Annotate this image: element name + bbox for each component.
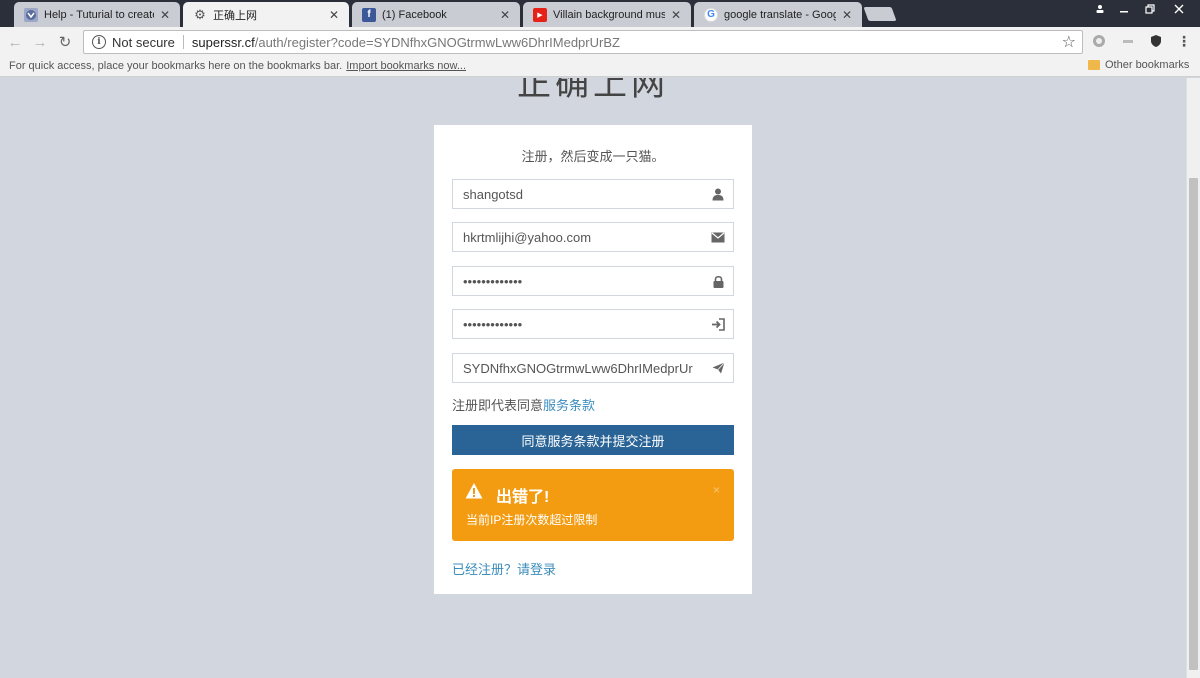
minimize-button[interactable] bbox=[1112, 0, 1136, 18]
bookmarks-hint: For quick access, place your bookmarks h… bbox=[9, 60, 466, 72]
close-tab-icon[interactable]: ✕ bbox=[158, 8, 172, 22]
other-bookmarks-label: Other bookmarks bbox=[1105, 59, 1190, 71]
page-viewport: 正确上网 注册，然后变成一只猫。 shangotsd hkrtmlijhi@ya… bbox=[0, 78, 1186, 678]
back-icon[interactable]: ← bbox=[4, 31, 26, 53]
submit-register-button[interactable]: 同意服务条款并提交注册 bbox=[452, 425, 734, 455]
menu-icon[interactable]: ⋮ bbox=[1175, 32, 1193, 50]
terms-prefix: 注册即代表同意 bbox=[452, 398, 544, 413]
password-field[interactable] bbox=[452, 266, 734, 296]
terms-line: 注册即代表同意服务条款 bbox=[452, 395, 595, 414]
bookmarks-hint-text: For quick access, place your bookmarks h… bbox=[9, 60, 343, 72]
extension-icon[interactable] bbox=[1119, 32, 1137, 50]
youtube-icon: ▶ bbox=[533, 7, 547, 22]
close-icon[interactable]: × bbox=[713, 483, 720, 497]
scrollbar-thumb[interactable] bbox=[1189, 178, 1198, 670]
gear-icon: ⚙ bbox=[194, 6, 206, 22]
username-field[interactable] bbox=[452, 179, 734, 209]
password-confirm-field[interactable] bbox=[452, 309, 734, 339]
tab-title: 正确上网 bbox=[213, 9, 257, 22]
tab-title: Help - Tuturial to create bbox=[44, 8, 154, 21]
forward-icon[interactable]: → bbox=[29, 31, 51, 53]
invite-code-field[interactable] bbox=[452, 353, 734, 383]
tab-title: google translate - Goog bbox=[724, 8, 836, 21]
tab-active[interactable]: ⚙ 正确上网 ✕ bbox=[183, 2, 349, 27]
bot-icon bbox=[24, 7, 38, 22]
alert-message: 当前IP注册次数超过限制 bbox=[466, 513, 598, 527]
reload-icon[interactable]: ↻ bbox=[54, 31, 76, 53]
register-box: 注册，然后变成一只猫。 shangotsd hkrtmlijhi@yahoo.c… bbox=[434, 125, 752, 594]
close-tab-icon[interactable]: ✕ bbox=[327, 8, 341, 22]
bookmark-star-icon[interactable]: ☆ bbox=[1062, 32, 1076, 52]
facebook-icon: f bbox=[362, 7, 376, 22]
tab-title: Villain background musi bbox=[553, 8, 665, 21]
import-bookmarks-link[interactable]: Import bookmarks now... bbox=[346, 60, 466, 72]
tab-facebook[interactable]: f (1) Facebook ✕ bbox=[352, 2, 520, 27]
register-message: 注册，然后变成一只猫。 bbox=[521, 149, 665, 164]
envelope-icon bbox=[703, 223, 733, 251]
error-alert: 出错了! × 当前IP注册次数超过限制 bbox=[452, 469, 734, 541]
tab-strip: Help - Tuturial to create ✕ ⚙ 正确上网 ✕ f (… bbox=[0, 0, 1200, 27]
address-bar[interactable]: i Not secure superssr.cf/auth/register?c… bbox=[83, 30, 1083, 54]
restore-button[interactable] bbox=[1138, 0, 1162, 18]
shield-icon[interactable] bbox=[1147, 32, 1165, 50]
folder-icon bbox=[1088, 60, 1100, 70]
invite-code-input[interactable] bbox=[453, 354, 703, 382]
lock-icon bbox=[703, 267, 733, 295]
password-confirm-input[interactable] bbox=[453, 310, 703, 338]
alert-title: 出错了! bbox=[496, 489, 550, 506]
email-input[interactable] bbox=[453, 223, 703, 251]
new-tab-button[interactable] bbox=[863, 7, 897, 21]
url-path[interactable]: /auth/register?code=SYDNfhxGNOGtrmwLww6D… bbox=[255, 35, 620, 50]
extension-icon[interactable] bbox=[1090, 32, 1108, 50]
close-tab-icon[interactable]: ✕ bbox=[669, 8, 683, 22]
bookmarks-bar: For quick access, place your bookmarks h… bbox=[0, 57, 1200, 77]
url-host[interactable]: superssr.cf bbox=[192, 35, 255, 50]
close-window-button[interactable] bbox=[1164, 0, 1194, 18]
close-tab-icon[interactable]: ✕ bbox=[840, 8, 854, 22]
scrollbar[interactable] bbox=[1186, 78, 1200, 678]
divider bbox=[182, 35, 184, 49]
profile-icon[interactable] bbox=[1090, 0, 1110, 18]
sign-in-icon bbox=[703, 310, 733, 338]
google-icon: G bbox=[704, 7, 718, 22]
terms-link[interactable]: 服务条款 bbox=[543, 398, 595, 413]
tab-title: (1) Facebook bbox=[382, 8, 447, 21]
close-tab-icon[interactable]: ✕ bbox=[498, 8, 512, 22]
tab-youtube[interactable]: ▶ Villain background musi ✕ bbox=[523, 2, 691, 27]
site-logo: 正确上网 bbox=[517, 78, 669, 104]
email-field[interactable] bbox=[452, 222, 734, 252]
paper-plane-icon bbox=[703, 354, 733, 382]
security-label[interactable]: Not secure bbox=[112, 35, 175, 50]
warning-icon bbox=[465, 483, 483, 499]
info-icon[interactable]: i bbox=[92, 35, 106, 49]
tab-help[interactable]: Help - Tuturial to create ✕ bbox=[14, 2, 180, 27]
login-link[interactable]: 已经注册？请登录 bbox=[452, 559, 556, 578]
tab-google[interactable]: G google translate - Goog ✕ bbox=[694, 2, 862, 27]
user-icon bbox=[703, 180, 733, 208]
other-bookmarks[interactable]: Other bookmarks bbox=[1088, 59, 1189, 71]
username-input[interactable] bbox=[453, 180, 703, 208]
password-input[interactable] bbox=[453, 267, 703, 295]
